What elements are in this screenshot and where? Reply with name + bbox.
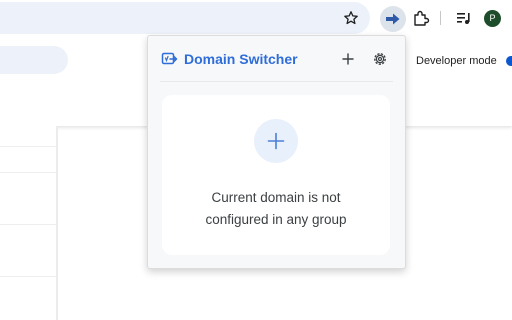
sidebar-row-divider bbox=[0, 146, 56, 147]
toolbar-divider bbox=[440, 11, 441, 25]
popup-header-divider bbox=[160, 81, 393, 82]
star-icon[interactable] bbox=[343, 10, 359, 26]
gear-icon[interactable] bbox=[371, 50, 389, 68]
popup-title: Domain Switcher bbox=[184, 51, 298, 67]
sidebar-panel bbox=[0, 126, 58, 320]
sidebar-row-divider bbox=[0, 224, 56, 225]
developer-mode-toggle[interactable] bbox=[506, 56, 512, 66]
domain-switcher-icon bbox=[161, 52, 178, 65]
empty-state-line-2: configured in any group bbox=[205, 212, 347, 227]
domain-switcher-extension-button[interactable] bbox=[380, 6, 406, 32]
sidebar-row-divider bbox=[0, 172, 56, 173]
empty-state-message: Current domain is not configured in any … bbox=[162, 187, 390, 231]
plus-icon bbox=[267, 132, 285, 150]
add-group-button[interactable] bbox=[339, 50, 357, 68]
developer-mode-label: Developer mode bbox=[416, 55, 497, 67]
sidebar-row-divider bbox=[0, 276, 56, 277]
popup-header: Domain Switcher bbox=[148, 36, 405, 81]
browser-toolbar: P bbox=[0, 0, 512, 36]
extension-arrow-icon bbox=[386, 13, 400, 25]
page-search-field[interactable] bbox=[0, 46, 68, 74]
domain-switcher-popup: Domain Switcher Current domain is not co… bbox=[147, 35, 406, 269]
empty-state-card: Current domain is not configured in any … bbox=[162, 95, 390, 255]
add-domain-button[interactable] bbox=[254, 119, 298, 163]
media-icon[interactable] bbox=[456, 11, 472, 25]
puzzle-icon[interactable] bbox=[412, 9, 430, 27]
empty-state-line-1: Current domain is not bbox=[211, 190, 341, 205]
address-bar[interactable] bbox=[0, 2, 370, 34]
profile-avatar[interactable]: P bbox=[484, 10, 501, 27]
